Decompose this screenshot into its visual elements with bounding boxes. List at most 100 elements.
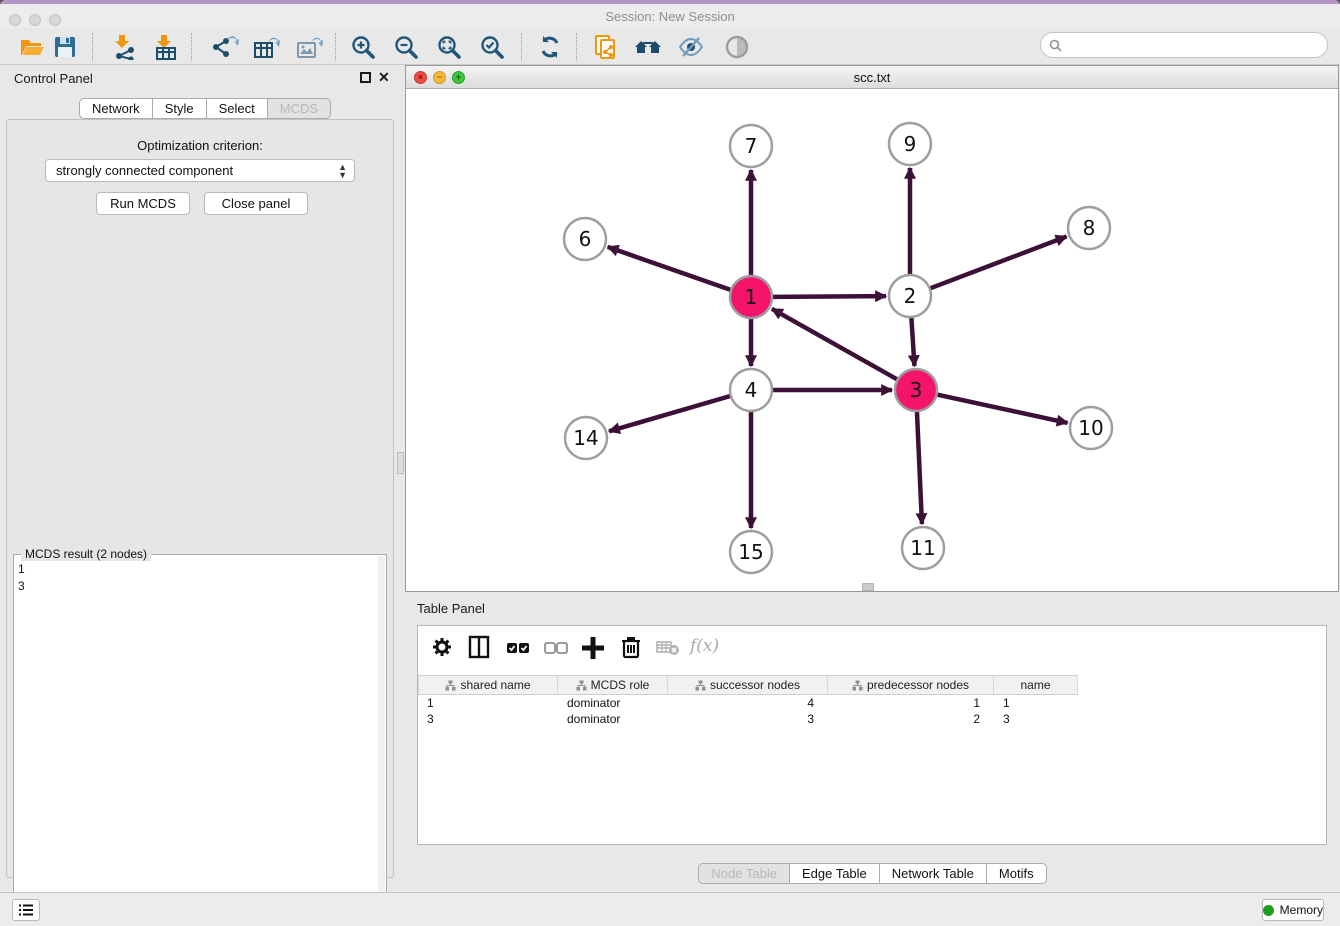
close-panel-button[interactable]: Close panel: [204, 192, 308, 215]
control-panel: Control Panel ✕ NetworkStyleSelectMCDS O…: [0, 65, 403, 892]
result-scrollbar[interactable]: [378, 556, 385, 926]
cell-shared-name[interactable]: 1: [418, 695, 558, 711]
column-header-successor-nodes[interactable]: successor nodes: [668, 675, 828, 695]
run-mcds-button[interactable]: Run MCDS: [96, 192, 190, 215]
first-neighbors-icon[interactable]: [633, 34, 663, 60]
edge-3-11[interactable]: [917, 412, 922, 524]
edge-3-1[interactable]: [772, 309, 897, 379]
cell-predecessor-nodes[interactable]: 2: [828, 711, 994, 727]
node-label-9: 9: [904, 132, 917, 156]
vertical-splitter-grip[interactable]: [397, 452, 404, 474]
mcds-result-title: MCDS result (2 nodes): [21, 547, 151, 561]
memory-button[interactable]: Memory: [1262, 899, 1324, 921]
edge-1-2[interactable]: [773, 296, 886, 297]
network-view-window: × − + scc.txt 1234678910111415: [405, 65, 1339, 592]
duplicate-network-icon[interactable]: [592, 34, 622, 60]
tab-network-table[interactable]: Network Table: [880, 863, 987, 884]
column-header-MCDS-role[interactable]: MCDS role: [558, 675, 668, 695]
tab-style[interactable]: Style: [153, 98, 207, 119]
cell-successor-nodes[interactable]: 3: [668, 711, 828, 727]
column-header-shared-name[interactable]: shared name: [418, 675, 558, 695]
mcds-panel: Optimization criterion: strongly connect…: [6, 119, 394, 878]
function-builder-icon[interactable]: f(x): [690, 636, 718, 662]
network-titlebar[interactable]: × − + scc.txt: [406, 66, 1338, 89]
criterion-value: strongly connected component: [56, 163, 233, 178]
cell-name[interactable]: 3: [994, 711, 1078, 727]
edge-4-14[interactable]: [609, 396, 730, 431]
table-row-1[interactable]: 1dominator411: [418, 695, 1326, 711]
cell-name[interactable]: 1: [994, 695, 1078, 711]
deselect-all-icon[interactable]: [542, 634, 570, 660]
zoom-in-icon[interactable]: [348, 34, 378, 60]
sort-hierarchy-icon: [576, 680, 587, 691]
column-header-predecessor-nodes[interactable]: predecessor nodes: [828, 675, 994, 695]
tab-mcds[interactable]: MCDS: [268, 98, 331, 119]
export-image-icon[interactable]: [295, 34, 325, 60]
network-canvas[interactable]: 1234678910111415: [406, 89, 1338, 591]
criterion-dropdown[interactable]: strongly connected component ▲▼: [45, 159, 355, 182]
export-table-icon[interactable]: [252, 34, 282, 60]
zoom-selected-icon[interactable]: [477, 34, 507, 60]
edge-1-6[interactable]: [608, 247, 731, 290]
table-header-row: shared name MCDS role successor nodes prede…: [418, 675, 1078, 695]
column-label: shared name: [460, 678, 530, 692]
tab-select[interactable]: Select: [207, 98, 268, 119]
cell-MCDS-role[interactable]: dominator: [558, 711, 668, 727]
select-all-icon[interactable]: [504, 634, 532, 660]
optimization-criterion-label: Optimization criterion:: [7, 138, 393, 153]
memory-status-icon: [1263, 905, 1274, 916]
node-label-7: 7: [745, 134, 758, 158]
zoom-fit-icon[interactable]: [434, 34, 464, 60]
add-column-icon[interactable]: [579, 634, 607, 660]
delete-table-icon[interactable]: [654, 634, 682, 660]
export-network-icon[interactable]: [210, 34, 240, 60]
sort-hierarchy-icon: [695, 680, 706, 691]
column-header-name[interactable]: name: [994, 675, 1078, 695]
float-panel-icon[interactable]: [360, 72, 371, 83]
import-table-icon[interactable]: [151, 34, 181, 60]
sort-hierarchy-icon: [445, 680, 456, 691]
cell-successor-nodes[interactable]: 4: [668, 695, 828, 711]
node-label-1: 1: [745, 285, 758, 309]
refresh-icon[interactable]: [535, 34, 565, 60]
main-toolbar: [0, 28, 1340, 65]
table-row-2[interactable]: 3dominator323: [418, 711, 1326, 727]
cell-predecessor-nodes[interactable]: 1: [828, 695, 994, 711]
hide-selected-icon[interactable]: [676, 34, 706, 60]
node-table-container: f(x) shared name MCDS role successor nodes…: [417, 625, 1327, 845]
node-label-11: 11: [910, 536, 935, 560]
cell-shared-name[interactable]: 3: [418, 711, 558, 727]
close-panel-icon[interactable]: ✕: [378, 69, 390, 86]
search-input[interactable]: [1067, 38, 1327, 52]
save-session-icon[interactable]: [50, 34, 80, 60]
table-settings-icon[interactable]: [428, 634, 456, 660]
mcds-result-text[interactable]: 1 3: [18, 561, 376, 926]
tab-motifs[interactable]: Motifs: [987, 863, 1047, 884]
open-session-icon[interactable]: [18, 34, 48, 60]
column-label: MCDS role: [591, 678, 650, 692]
tab-edge-table[interactable]: Edge Table: [790, 863, 880, 884]
cell-MCDS-role[interactable]: dominator: [558, 695, 668, 711]
titlebar: Session: New Session: [0, 4, 1340, 28]
table-tabs: Node TableEdge TableNetwork TableMotifs: [405, 863, 1340, 884]
column-chooser-icon[interactable]: [465, 634, 493, 660]
column-label: predecessor nodes: [867, 678, 969, 692]
network-graph[interactable]: 1234678910111415: [406, 89, 1338, 591]
tab-node-table[interactable]: Node Table: [698, 863, 790, 884]
horizontal-splitter-grip[interactable]: [862, 583, 874, 591]
zoom-out-icon[interactable]: [391, 34, 421, 60]
network-title: scc.txt: [406, 70, 1338, 85]
show-all-icon[interactable]: [722, 34, 752, 60]
edge-2-3[interactable]: [911, 318, 914, 366]
import-network-icon[interactable]: [109, 34, 139, 60]
delete-column-icon[interactable]: [617, 634, 645, 660]
column-label: name: [1020, 678, 1050, 692]
table-rows: 1dominator4113dominator323: [418, 695, 1326, 727]
edge-2-8[interactable]: [931, 237, 1067, 289]
task-history-button[interactable]: [12, 899, 40, 921]
edge-3-10[interactable]: [937, 395, 1067, 423]
column-label: successor nodes: [710, 678, 800, 692]
control-panel-header: Control Panel ✕: [0, 65, 403, 91]
tab-network[interactable]: Network: [79, 98, 153, 119]
search-field[interactable]: [1040, 32, 1328, 58]
